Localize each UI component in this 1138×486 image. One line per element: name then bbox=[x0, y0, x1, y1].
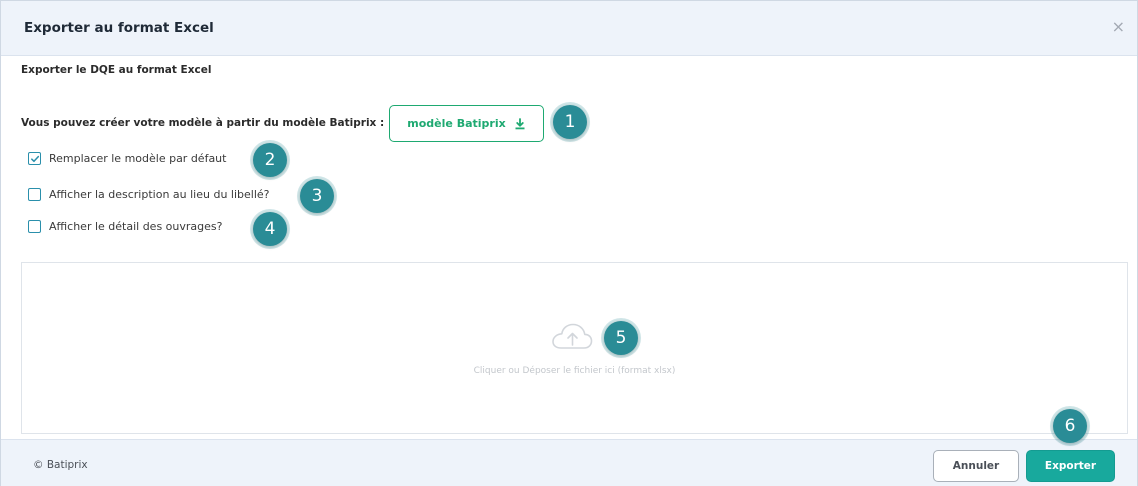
dialog-title: Exporter au format Excel bbox=[24, 20, 214, 36]
option-replace-default-label: Remplacer le modèle par défaut bbox=[49, 152, 227, 165]
step-badge-5: 5 bbox=[604, 321, 638, 355]
export-excel-dialog: Exporter au format Excel × Exporter le D… bbox=[0, 0, 1138, 486]
dialog-header: Exporter au format Excel × bbox=[1, 1, 1137, 56]
dialog-subtitle: Exporter le DQE au format Excel bbox=[21, 64, 212, 76]
step-badge-3: 3 bbox=[300, 179, 334, 213]
checkbox-show-details[interactable] bbox=[28, 220, 41, 233]
option-show-description-label: Afficher la description au lieu du libel… bbox=[49, 188, 270, 201]
option-replace-default[interactable]: Remplacer le modèle par défaut bbox=[28, 152, 226, 165]
download-icon bbox=[515, 117, 525, 129]
close-icon[interactable]: × bbox=[1112, 17, 1125, 36]
dropzone-text: Cliquer ou Déposer le fichier ici (forma… bbox=[473, 366, 676, 376]
option-show-details-label: Afficher le détail des ouvrages? bbox=[49, 220, 223, 233]
step-badge-6: 6 bbox=[1053, 409, 1087, 443]
cloud-upload-icon bbox=[552, 323, 593, 349]
checkbox-replace-default[interactable] bbox=[28, 152, 41, 165]
step-badge-1: 1 bbox=[553, 105, 587, 139]
option-show-description[interactable]: Afficher la description au lieu du libel… bbox=[28, 188, 270, 201]
checkmark-icon bbox=[30, 155, 39, 162]
option-show-details[interactable]: Afficher le détail des ouvrages? bbox=[28, 220, 222, 233]
model-row-label: Vous pouvez créer votre modèle à partir … bbox=[21, 117, 385, 129]
step-badge-4: 4 bbox=[253, 212, 287, 246]
export-button[interactable]: Exporter bbox=[1026, 450, 1115, 482]
batiprix-model-button-label: modèle Batiprix bbox=[407, 117, 506, 130]
file-dropzone[interactable]: Cliquer ou Déposer le fichier ici (forma… bbox=[21, 262, 1128, 434]
checkbox-show-description[interactable] bbox=[28, 188, 41, 201]
cancel-button[interactable]: Annuler bbox=[933, 450, 1019, 482]
batiprix-model-button[interactable]: modèle Batiprix bbox=[389, 105, 544, 142]
step-badge-2: 2 bbox=[253, 143, 287, 177]
footer-brand: © Batiprix bbox=[33, 459, 88, 471]
